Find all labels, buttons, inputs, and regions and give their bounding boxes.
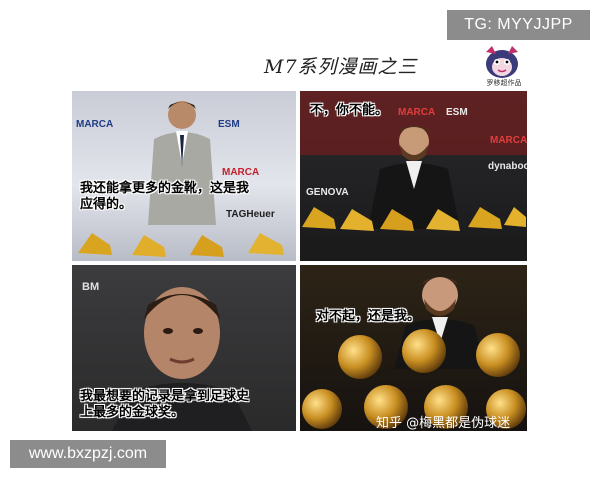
- site-watermark-badge: www.bxzpzj.com: [10, 440, 166, 468]
- panel-caption: 对不起，还是我。: [316, 309, 421, 324]
- zhihu-attribution: 知乎 @梅黑都是伪球迷: [376, 416, 511, 431]
- panel-3: BM 我最想要的记录是拿到足球史 上最多的金球奖。: [72, 265, 296, 431]
- comic-grid: MARCA ESM MARCA TAGHeuer 我还能拿更多的金靴，这是我 应…: [72, 91, 527, 431]
- panel-caption: 不，你不能。: [310, 103, 389, 118]
- panel-2: MARCA ESM MARCA GENOVA dynabook 不，你不能。: [300, 91, 527, 261]
- comic-title: M7系列漫画之三: [264, 56, 418, 78]
- press-table: [300, 235, 527, 261]
- sponsor-logo: MARCA: [398, 107, 436, 118]
- sponsor-logo: MARCA: [76, 119, 114, 130]
- tg-watermark-badge: TG: MYYJJPP: [447, 10, 590, 40]
- sponsor-logo: dynabook: [488, 161, 527, 172]
- panel-4: 对不起，还是我。: [300, 265, 527, 431]
- sponsor-logo: MARCA: [490, 135, 527, 146]
- logo-caption: 罗移超作品: [486, 79, 522, 87]
- sponsor-logo: ESM: [446, 107, 468, 118]
- panel-1: MARCA ESM MARCA TAGHeuer 我还能拿更多的金靴，这是我 应…: [72, 91, 296, 261]
- golden-boots-row: [78, 233, 284, 257]
- panel-caption: 我最想要的记录是拿到足球史 上最多的金球奖。: [80, 389, 250, 420]
- panel-caption: 我还能拿更多的金靴，这是我 应得的。: [80, 181, 250, 212]
- broadcaster-logo: BM: [82, 281, 100, 293]
- golden-boots-row: [302, 207, 526, 231]
